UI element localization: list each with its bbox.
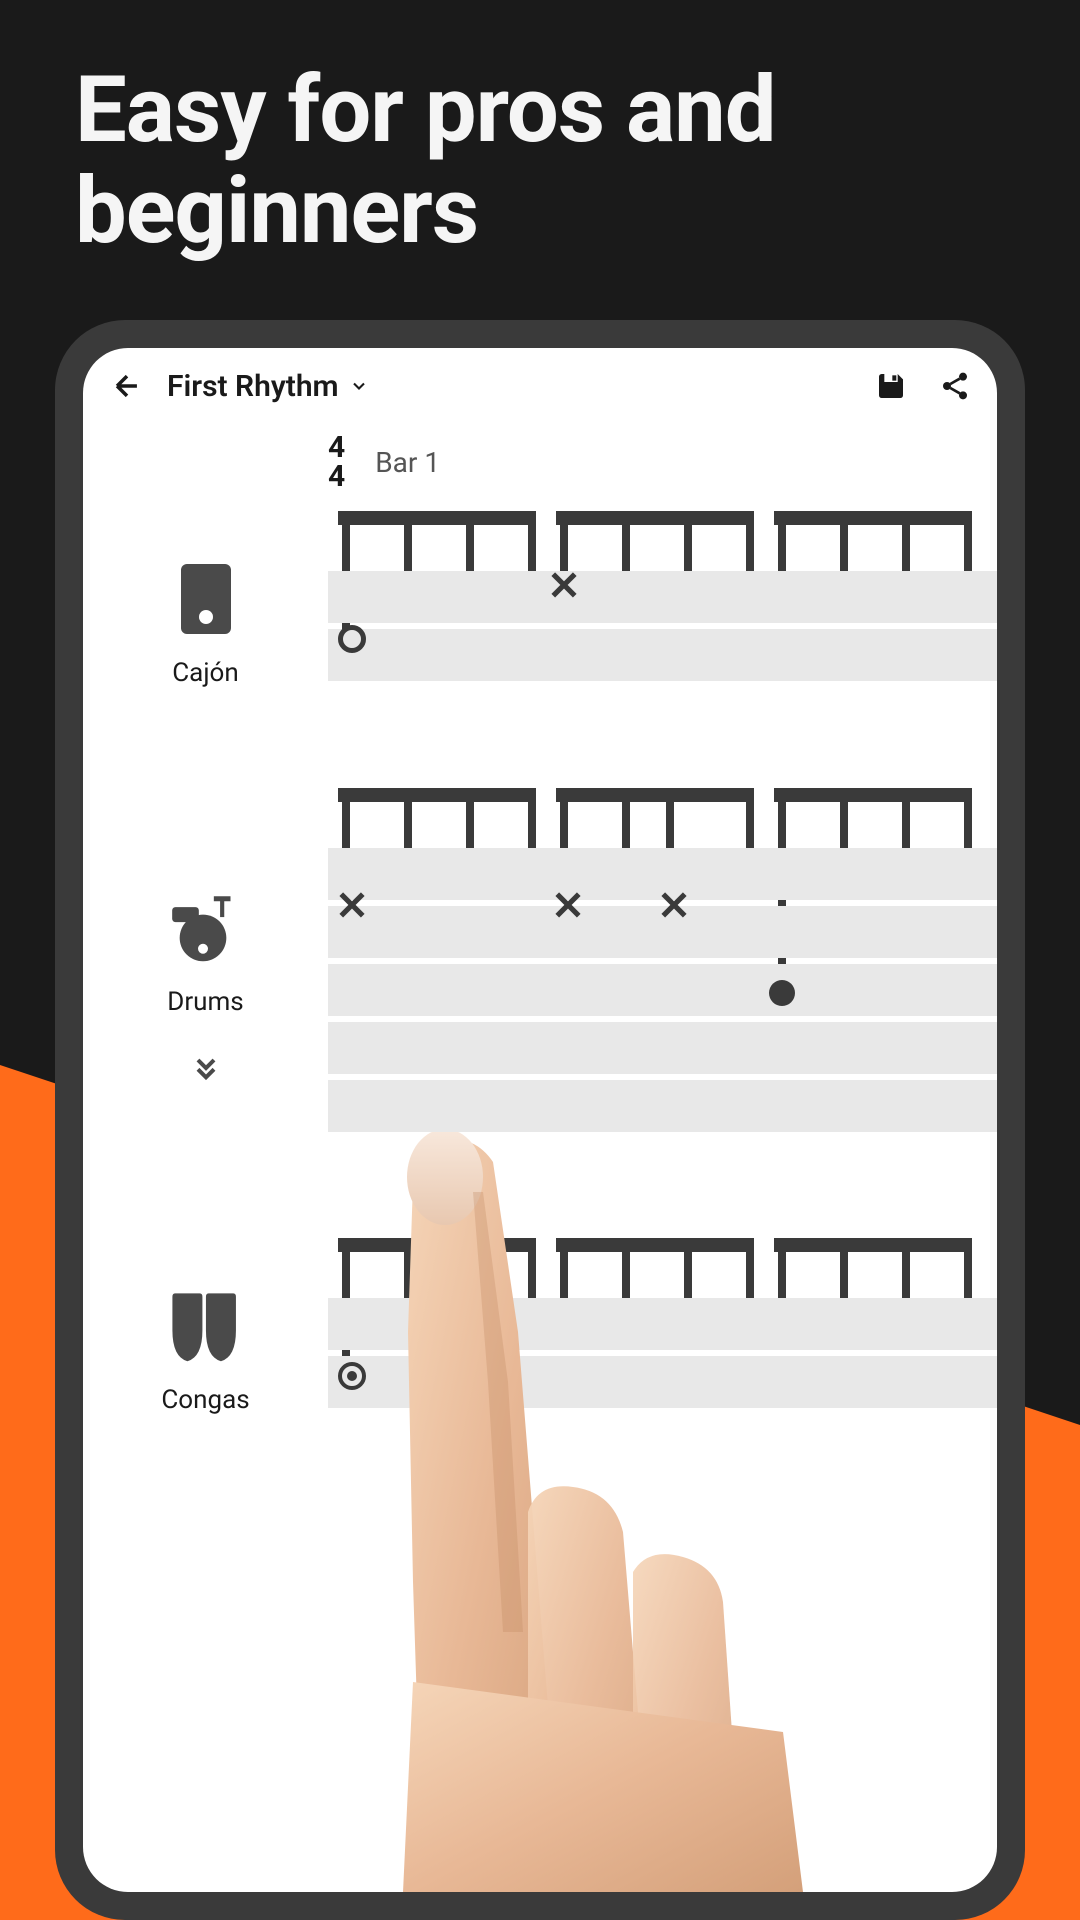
instrument-row-drums: Drums xyxy=(83,788,997,1138)
phone-frame: First Rhythm xyxy=(55,320,1025,1920)
title-dropdown[interactable]: First Rhythm xyxy=(167,369,853,404)
note-target[interactable] xyxy=(338,1362,366,1390)
cajon-icon xyxy=(168,551,243,646)
instrument-name: Drums xyxy=(167,987,243,1017)
note-x[interactable]: ✕ xyxy=(657,883,691,930)
notation-area-congas[interactable] xyxy=(328,1238,997,1415)
time-sig-bottom: 4 xyxy=(328,463,345,492)
instrument-row-cajon: Cajón xyxy=(83,511,997,688)
save-icon xyxy=(875,370,907,402)
instrument-label-cajon[interactable]: Cajón xyxy=(83,511,328,688)
note-open[interactable] xyxy=(338,625,366,653)
instrument-name: Cajón xyxy=(172,658,238,688)
headline-text: Easy for pros and beginners xyxy=(0,0,1080,262)
chevron-down-icon xyxy=(349,376,369,396)
save-button[interactable] xyxy=(873,368,909,404)
time-signature-row: 4 4 Bar 1 xyxy=(83,424,997,511)
bar-label: Bar 1 xyxy=(375,446,440,479)
note-x[interactable]: ✕ xyxy=(547,563,581,610)
notation-area-drums[interactable]: ✕ ✕ ✕ xyxy=(328,788,997,1138)
back-button[interactable] xyxy=(107,366,147,406)
instrument-label-drums[interactable]: Drums xyxy=(83,788,328,1138)
note-filled[interactable] xyxy=(769,980,795,1006)
share-button[interactable] xyxy=(937,368,973,404)
note-x[interactable]: ✕ xyxy=(551,883,585,930)
time-signature[interactable]: 4 4 xyxy=(328,434,345,491)
notation-area-cajon[interactable]: ✕ xyxy=(328,511,997,688)
app-header: First Rhythm xyxy=(83,348,997,424)
note-x[interactable]: ✕ xyxy=(335,883,369,930)
drums-icon xyxy=(168,880,243,975)
congas-icon xyxy=(168,1278,243,1373)
phone-screen: First Rhythm xyxy=(83,348,997,1892)
rhythm-title: First Rhythm xyxy=(167,369,339,404)
share-icon xyxy=(939,370,971,402)
instrument-label-congas[interactable]: Congas xyxy=(83,1238,328,1415)
instrument-row-congas: Congas xyxy=(83,1238,997,1415)
expand-button[interactable] xyxy=(190,1054,222,1086)
instrument-name: Congas xyxy=(161,1385,249,1415)
